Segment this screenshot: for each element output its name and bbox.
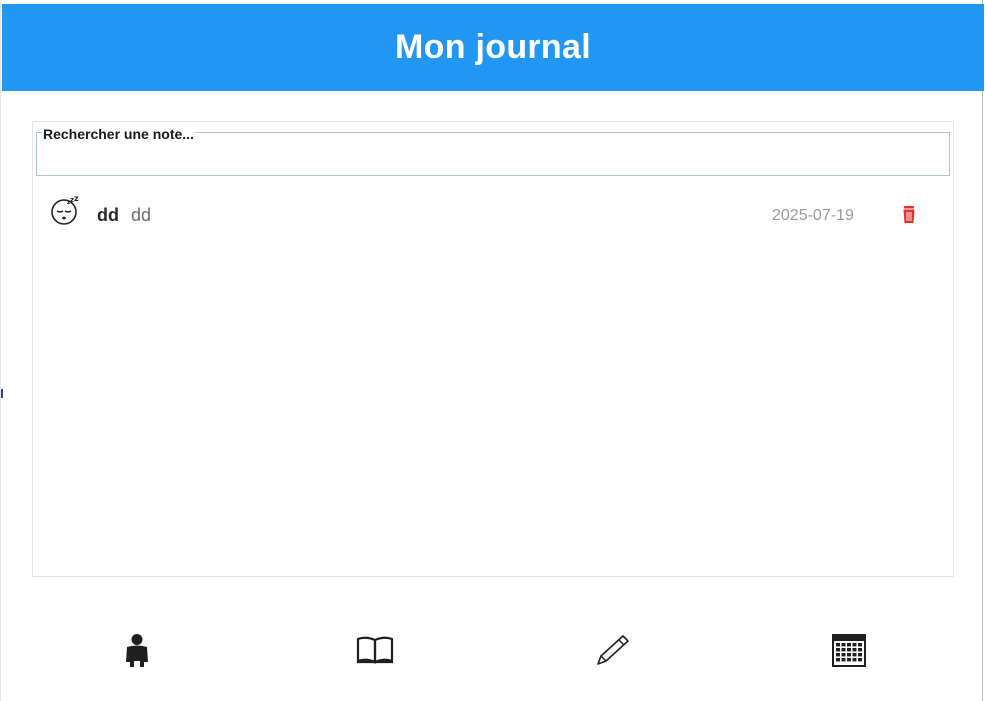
note-title: dd	[97, 205, 119, 225]
nav-journal-button[interactable]	[345, 620, 405, 680]
note-date: 2025-07-19	[772, 207, 854, 224]
book-icon	[356, 636, 394, 664]
search-label: Rechercher une note...	[42, 126, 195, 142]
note-list-item[interactable]: z z z dd dd 2025-07-19	[33, 188, 953, 240]
bottom-nav	[1, 620, 984, 680]
note-body: dd	[131, 205, 152, 225]
app-header: Mon journal	[2, 4, 984, 91]
search-group: Rechercher une note...	[36, 126, 950, 176]
search-input[interactable]	[38, 146, 950, 174]
app-window: Mon journal Rechercher une note... z z z…	[0, 0, 984, 701]
trash-icon[interactable]	[901, 205, 917, 225]
sleepy-face-icon: z z z	[51, 196, 79, 225]
person-icon	[126, 634, 148, 667]
page-title: Mon journal	[395, 28, 591, 66]
notes-panel: Rechercher une note... z z z dd dd 2025-…	[32, 121, 954, 577]
nav-write-button[interactable]	[582, 620, 642, 680]
calendar-icon	[832, 634, 866, 667]
nav-calendar-button[interactable]	[819, 620, 879, 680]
pen-icon	[597, 635, 629, 665]
svg-text:z: z	[74, 196, 79, 203]
nav-profile-button[interactable]	[107, 620, 167, 680]
edge-marker	[1, 389, 3, 398]
